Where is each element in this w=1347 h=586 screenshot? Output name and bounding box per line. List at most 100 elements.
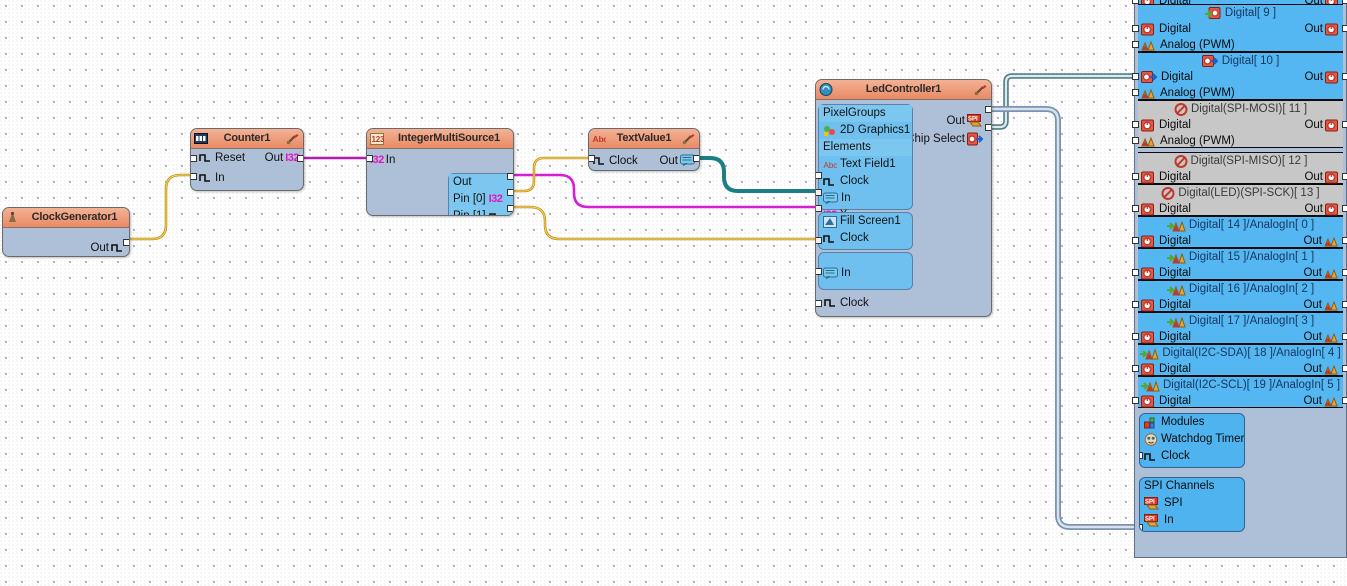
spi-in-row[interactable]: SPI In xyxy=(1140,512,1244,529)
pin-row-digital[interactable]: Digital Out xyxy=(1138,393,1343,409)
port-textfield-in[interactable] xyxy=(816,189,822,196)
node-header[interactable]: LedController1 xyxy=(816,80,991,100)
pin-port-in[interactable] xyxy=(1132,333,1139,340)
pin-port-in[interactable] xyxy=(1132,121,1139,128)
wrench-screwdriver-icon[interactable] xyxy=(682,132,696,145)
watchdog-clock-row[interactable]: Clock xyxy=(1140,448,1244,465)
pin-port-in[interactable] xyxy=(1132,205,1139,212)
port-ledcontroller-in[interactable] xyxy=(816,268,822,275)
pin-block-8[interactable]: Digital[ 16 ]/AnalogIn[ 2 ] Digital Out xyxy=(1132,280,1347,313)
pin-port-out[interactable] xyxy=(1342,333,1347,340)
modules-box[interactable]: Modules Watchdog Timer Clock xyxy=(1139,413,1245,468)
node-led-controller[interactable]: LedController1 Out SPI Chip Select Pixel… xyxy=(815,79,992,317)
pin-port-out[interactable] xyxy=(1342,237,1347,244)
pin-port-in[interactable] xyxy=(1132,73,1139,80)
port-in-in[interactable] xyxy=(191,173,197,180)
pin-port-in[interactable] xyxy=(1132,41,1139,48)
pin-port-out[interactable] xyxy=(1342,25,1347,32)
node-text-value[interactable]: Abc TextValue1 Clock Out xyxy=(588,128,700,171)
pin-port-out[interactable] xyxy=(1342,301,1347,308)
digital-icon xyxy=(1325,203,1340,216)
watchdog-timer-item[interactable]: Watchdog Timer xyxy=(1140,431,1244,448)
node-clock-generator[interactable]: ClockGenerator1 Out xyxy=(2,207,130,257)
spi-in-port[interactable] xyxy=(1140,524,1143,531)
pin-row-digital[interactable]: Digital Out xyxy=(1138,265,1343,281)
port-textfield-x[interactable] xyxy=(816,205,822,212)
ims-pin-0[interactable]: Pin [0] I32 xyxy=(449,191,513,208)
pin-row-digital[interactable]: Digital Out xyxy=(1138,297,1343,313)
node-header[interactable]: ClockGenerator1 xyxy=(3,208,129,228)
port-fillscreen-clock[interactable] xyxy=(816,237,822,244)
port-out-pin0[interactable] xyxy=(507,173,513,180)
watchdog-clock-port[interactable] xyxy=(1140,452,1143,459)
port-ledcontroller-chipselect[interactable] xyxy=(985,124,991,131)
port-textfield-clock[interactable] xyxy=(816,172,822,179)
port-in-reset[interactable] xyxy=(191,155,197,162)
pin-row-analog-pwm-[interactable]: Analog (PWM) xyxy=(1138,85,1343,101)
wrench-screwdriver-icon[interactable] xyxy=(286,132,300,145)
pin-block-7[interactable]: Digital[ 15 ]/AnalogIn[ 1 ] Digital Out xyxy=(1132,248,1347,281)
port-in-ims[interactable] xyxy=(367,155,373,162)
pin-row-analog-pwm-[interactable]: Analog (PWM) xyxy=(1138,133,1343,149)
ims-pin-1[interactable]: Pin [1] xyxy=(449,208,513,215)
pin-port-in[interactable] xyxy=(1132,137,1139,144)
pin-block-2[interactable]: Digital[ 10 ] Digital Out Analog (PWM) xyxy=(1132,52,1347,101)
port-ledcontroller-bottom-clock[interactable] xyxy=(816,300,822,307)
pin-port-in[interactable] xyxy=(1132,301,1139,308)
pin-block-10[interactable]: Digital(I2C-SDA)[ 18 ]/AnalogIn[ 4 ] Digi… xyxy=(1132,344,1347,377)
pin-row-digital[interactable]: Digital Out xyxy=(1138,361,1343,377)
textfield-row-in[interactable]: In xyxy=(819,190,912,207)
pin-row-digital[interactable]: Digital Out xyxy=(1138,233,1343,249)
node-header[interactable]: 123 IntegerMultiSource1 xyxy=(367,129,513,149)
group-header-fillscreen[interactable]: Fill Screen1 xyxy=(819,213,912,230)
pin-port-in[interactable] xyxy=(1132,237,1139,244)
pin-port-out[interactable] xyxy=(1342,205,1347,212)
port-out-pin1[interactable] xyxy=(507,189,513,196)
pin-block-3[interactable]: Digital(SPI-MOSI)[ 11 ] Digital Out Analog … xyxy=(1132,100,1347,149)
pin-port-in[interactable] xyxy=(1132,397,1139,404)
pin-block-1[interactable]: Digital[ 9 ] Digital Out Analog (PWM) xyxy=(1132,4,1347,53)
port-out-counter[interactable] xyxy=(297,155,303,162)
pin-row-digital[interactable]: Digital Out xyxy=(1138,21,1343,37)
spi-channels-box[interactable]: SPI Channels SPI SPI SPI In xyxy=(1139,477,1245,532)
node-counter[interactable]: Counter1 Reset In Out I32 xyxy=(190,128,304,191)
port-in-textvalue-clock[interactable] xyxy=(589,155,595,162)
pin-row-digital[interactable]: Digital Out xyxy=(1138,69,1343,85)
pin-block-6[interactable]: Digital[ 14 ]/AnalogIn[ 0 ] Digital Out xyxy=(1132,216,1347,249)
node-integer-multi-source[interactable]: 123 IntegerMultiSource1 I32 In Out Pin [… xyxy=(366,128,514,216)
pin-block-4[interactable]: Digital(SPI-MISO)[ 12 ] Digital Out xyxy=(1132,152,1347,185)
pin-block-9[interactable]: Digital[ 17 ]/AnalogIn[ 3 ] Digital Out xyxy=(1132,312,1347,345)
pin-port-in[interactable] xyxy=(1132,365,1139,372)
pin-row-analog-pwm-[interactable]: Analog (PWM) xyxy=(1138,37,1343,53)
pin-row-digital[interactable]: Digital Out xyxy=(1138,329,1343,345)
node-header[interactable]: Abc TextValue1 xyxy=(589,129,699,149)
pin-port-in[interactable] xyxy=(1132,89,1139,96)
pin-port-in[interactable] xyxy=(1132,269,1139,276)
textfield-row-clock[interactable]: Clock xyxy=(819,173,912,190)
port-out-textvalue[interactable] xyxy=(693,155,699,162)
pin-row-digital[interactable]: Digital Out xyxy=(1138,169,1343,185)
pin-row-digital[interactable]: Digital Out xyxy=(1138,117,1343,133)
group-sub-2d-graphics[interactable]: 2D Graphics1 xyxy=(819,122,912,139)
pin-port-out[interactable] xyxy=(1342,73,1347,80)
pin-port-out[interactable] xyxy=(1342,269,1347,276)
pin-port-in[interactable] xyxy=(1132,173,1139,180)
spi-item[interactable]: SPI SPI xyxy=(1140,495,1244,512)
port-out-pin2[interactable] xyxy=(507,205,513,212)
ledcontroller-bottom-clock[interactable]: Clock xyxy=(820,294,869,312)
pin-port-out[interactable] xyxy=(1342,397,1347,404)
pin-port-out[interactable] xyxy=(1342,365,1347,372)
pin-port-out[interactable] xyxy=(1342,121,1347,128)
pin-port-in[interactable] xyxy=(1132,25,1139,32)
ledcontroller-row-in[interactable]: In xyxy=(819,265,912,282)
port-out-clockgen[interactable] xyxy=(123,239,129,246)
fillscreen-row-clock[interactable]: Clock xyxy=(819,230,912,247)
node-header[interactable]: Counter1 xyxy=(191,129,303,149)
pin-port-out[interactable] xyxy=(1342,173,1347,180)
wrench-screwdriver-icon[interactable] xyxy=(974,83,988,96)
pin-block-11[interactable]: Digital(I2C-SCL)[ 19 ]/AnalogIn[ 5 ] Digi… xyxy=(1132,376,1347,409)
group-element-textfield[interactable]: Abc Text Field1 xyxy=(819,156,912,173)
pin-block-5[interactable]: Digital(LED)(SPI-SCK)[ 13 ] Digital Out xyxy=(1132,184,1347,217)
port-ledcontroller-out-spi[interactable] xyxy=(985,106,991,113)
pin-row-digital[interactable]: Digital Out xyxy=(1138,201,1343,217)
